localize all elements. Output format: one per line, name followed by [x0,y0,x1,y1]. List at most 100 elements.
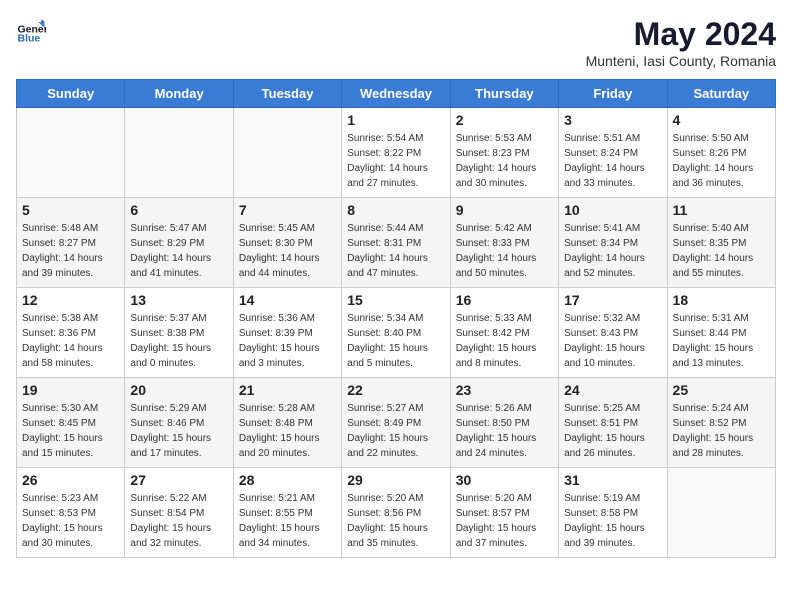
calendar-cell: 5Sunrise: 5:48 AM Sunset: 8:27 PM Daylig… [17,198,125,288]
cell-info: Sunrise: 5:29 AM Sunset: 8:46 PM Dayligh… [130,401,227,461]
header-cell-wednesday: Wednesday [342,80,450,108]
week-row-4: 19Sunrise: 5:30 AM Sunset: 8:45 PM Dayli… [17,378,776,468]
cell-info: Sunrise: 5:44 AM Sunset: 8:31 PM Dayligh… [347,221,444,281]
day-number: 17 [564,292,661,308]
header-cell-saturday: Saturday [667,80,775,108]
calendar-cell: 17 Sunrise: 5:32 AM Sunset: 8:43 PM Dayli… [559,288,667,378]
day-number: 10 [564,202,661,218]
day-number: 23 [456,382,553,398]
cell-info: Sunrise: 5:47 AM Sunset: 8:29 PM Dayligh… [130,221,227,281]
calendar-cell: 28 Sunrise: 5:21 AM Sunset: 8:55 PM Dayli… [233,468,341,558]
week-row-3: 12Sunrise: 5:38 AM Sunset: 8:36 PM Dayli… [17,288,776,378]
day-number: 24 [564,382,661,398]
calendar-cell: 31 Sunrise: 5:19 AM Sunset: 8:58 PM Dayli… [559,468,667,558]
calendar-cell: 8 Sunrise: 5:44 AM Sunset: 8:31 PM Daylig… [342,198,450,288]
day-number: 2 [456,112,553,128]
cell-info: Sunrise: 5:38 AM Sunset: 8:36 PM Dayligh… [22,311,119,371]
calendar-cell: 3 Sunrise: 5:51 AM Sunset: 8:24 PM Daylig… [559,108,667,198]
header-cell-sunday: Sunday [17,80,125,108]
calendar-cell: 18 Sunrise: 5:31 AM Sunset: 8:44 PM Dayli… [667,288,775,378]
day-number: 31 [564,472,661,488]
calendar-cell: 24 Sunrise: 5:25 AM Sunset: 8:51 PM Dayli… [559,378,667,468]
calendar-cell: 10 Sunrise: 5:41 AM Sunset: 8:34 PM Dayli… [559,198,667,288]
calendar-cell: 26 Sunrise: 5:23 AM Sunset: 8:53 PM Dayli… [17,468,125,558]
day-number: 15 [347,292,444,308]
header-row: SundayMondayTuesdayWednesdayThursdayFrid… [17,80,776,108]
header-cell-friday: Friday [559,80,667,108]
day-number: 26 [22,472,119,488]
cell-info: Sunrise: 5:21 AM Sunset: 8:55 PM Dayligh… [239,491,336,551]
cell-info: Sunrise: 5:32 AM Sunset: 8:43 PM Dayligh… [564,311,661,371]
day-number: 7 [239,202,336,218]
day-number: 9 [456,202,553,218]
calendar-cell: 1 Sunrise: 5:54 AM Sunset: 8:22 PM Daylig… [342,108,450,198]
logo: General Blue [16,16,46,46]
cell-info: Sunrise: 5:36 AM Sunset: 8:39 PM Dayligh… [239,311,336,371]
cell-info: Sunrise: 5:51 AM Sunset: 8:24 PM Dayligh… [564,131,661,191]
calendar-table: SundayMondayTuesdayWednesdayThursdayFrid… [16,79,776,558]
calendar-cell: 23 Sunrise: 5:26 AM Sunset: 8:50 PM Dayli… [450,378,558,468]
header-cell-tuesday: Tuesday [233,80,341,108]
calendar-cell: 25Sunrise: 5:24 AM Sunset: 8:52 PM Dayli… [667,378,775,468]
calendar-cell: 16 Sunrise: 5:33 AM Sunset: 8:42 PM Dayli… [450,288,558,378]
header-cell-monday: Monday [125,80,233,108]
week-row-1: 1 Sunrise: 5:54 AM Sunset: 8:22 PM Daylig… [17,108,776,198]
day-number: 16 [456,292,553,308]
cell-info: Sunrise: 5:22 AM Sunset: 8:54 PM Dayligh… [130,491,227,551]
cell-info: Sunrise: 5:24 AM Sunset: 8:52 PM Dayligh… [673,401,770,461]
cell-info: Sunrise: 5:50 AM Sunset: 8:26 PM Dayligh… [673,131,770,191]
day-number: 30 [456,472,553,488]
cell-info: Sunrise: 5:45 AM Sunset: 8:30 PM Dayligh… [239,221,336,281]
cell-info: Sunrise: 5:20 AM Sunset: 8:56 PM Dayligh… [347,491,444,551]
calendar-cell: 22 Sunrise: 5:27 AM Sunset: 8:49 PM Dayli… [342,378,450,468]
day-number: 3 [564,112,661,128]
calendar-cell: 2 Sunrise: 5:53 AM Sunset: 8:23 PM Daylig… [450,108,558,198]
month-title: May 2024 [586,16,776,53]
calendar-cell: 12Sunrise: 5:38 AM Sunset: 8:36 PM Dayli… [17,288,125,378]
day-number: 28 [239,472,336,488]
week-row-2: 5Sunrise: 5:48 AM Sunset: 8:27 PM Daylig… [17,198,776,288]
calendar-cell: 14Sunrise: 5:36 AM Sunset: 8:39 PM Dayli… [233,288,341,378]
location: Munteni, Iasi County, Romania [586,53,776,69]
cell-info: Sunrise: 5:54 AM Sunset: 8:22 PM Dayligh… [347,131,444,191]
calendar-cell: 29Sunrise: 5:20 AM Sunset: 8:56 PM Dayli… [342,468,450,558]
day-number: 19 [22,382,119,398]
cell-info: Sunrise: 5:19 AM Sunset: 8:58 PM Dayligh… [564,491,661,551]
cell-info: Sunrise: 5:26 AM Sunset: 8:50 PM Dayligh… [456,401,553,461]
cell-info: Sunrise: 5:23 AM Sunset: 8:53 PM Dayligh… [22,491,119,551]
day-number: 22 [347,382,444,398]
cell-info: Sunrise: 5:40 AM Sunset: 8:35 PM Dayligh… [673,221,770,281]
cell-info: Sunrise: 5:31 AM Sunset: 8:44 PM Dayligh… [673,311,770,371]
week-row-5: 26 Sunrise: 5:23 AM Sunset: 8:53 PM Dayli… [17,468,776,558]
calendar-cell [17,108,125,198]
calendar-cell: 9Sunrise: 5:42 AM Sunset: 8:33 PM Daylig… [450,198,558,288]
cell-info: Sunrise: 5:28 AM Sunset: 8:48 PM Dayligh… [239,401,336,461]
day-number: 13 [130,292,227,308]
cell-info: Sunrise: 5:25 AM Sunset: 8:51 PM Dayligh… [564,401,661,461]
day-number: 4 [673,112,770,128]
header-cell-thursday: Thursday [450,80,558,108]
day-number: 21 [239,382,336,398]
calendar-header: SundayMondayTuesdayWednesdayThursdayFrid… [17,80,776,108]
calendar-cell: 4 Sunrise: 5:50 AM Sunset: 8:26 PM Daylig… [667,108,775,198]
day-number: 18 [673,292,770,308]
calendar-cell [233,108,341,198]
cell-info: Sunrise: 5:48 AM Sunset: 8:27 PM Dayligh… [22,221,119,281]
cell-info: Sunrise: 5:33 AM Sunset: 8:42 PM Dayligh… [456,311,553,371]
calendar-cell: 20Sunrise: 5:29 AM Sunset: 8:46 PM Dayli… [125,378,233,468]
calendar-cell: 6Sunrise: 5:47 AM Sunset: 8:29 PM Daylig… [125,198,233,288]
svg-text:Blue: Blue [18,33,41,45]
title-section: May 2024 Munteni, Iasi County, Romania [586,16,776,69]
calendar-cell: 30Sunrise: 5:20 AM Sunset: 8:57 PM Dayli… [450,468,558,558]
day-number: 1 [347,112,444,128]
cell-info: Sunrise: 5:53 AM Sunset: 8:23 PM Dayligh… [456,131,553,191]
calendar-cell [667,468,775,558]
cell-info: Sunrise: 5:27 AM Sunset: 8:49 PM Dayligh… [347,401,444,461]
calendar-cell: 27Sunrise: 5:22 AM Sunset: 8:54 PM Dayli… [125,468,233,558]
day-number: 11 [673,202,770,218]
calendar-cell: 7 Sunrise: 5:45 AM Sunset: 8:30 PM Daylig… [233,198,341,288]
calendar-cell: 21 Sunrise: 5:28 AM Sunset: 8:48 PM Dayli… [233,378,341,468]
day-number: 8 [347,202,444,218]
cell-info: Sunrise: 5:41 AM Sunset: 8:34 PM Dayligh… [564,221,661,281]
logo-icon: General Blue [16,16,46,46]
